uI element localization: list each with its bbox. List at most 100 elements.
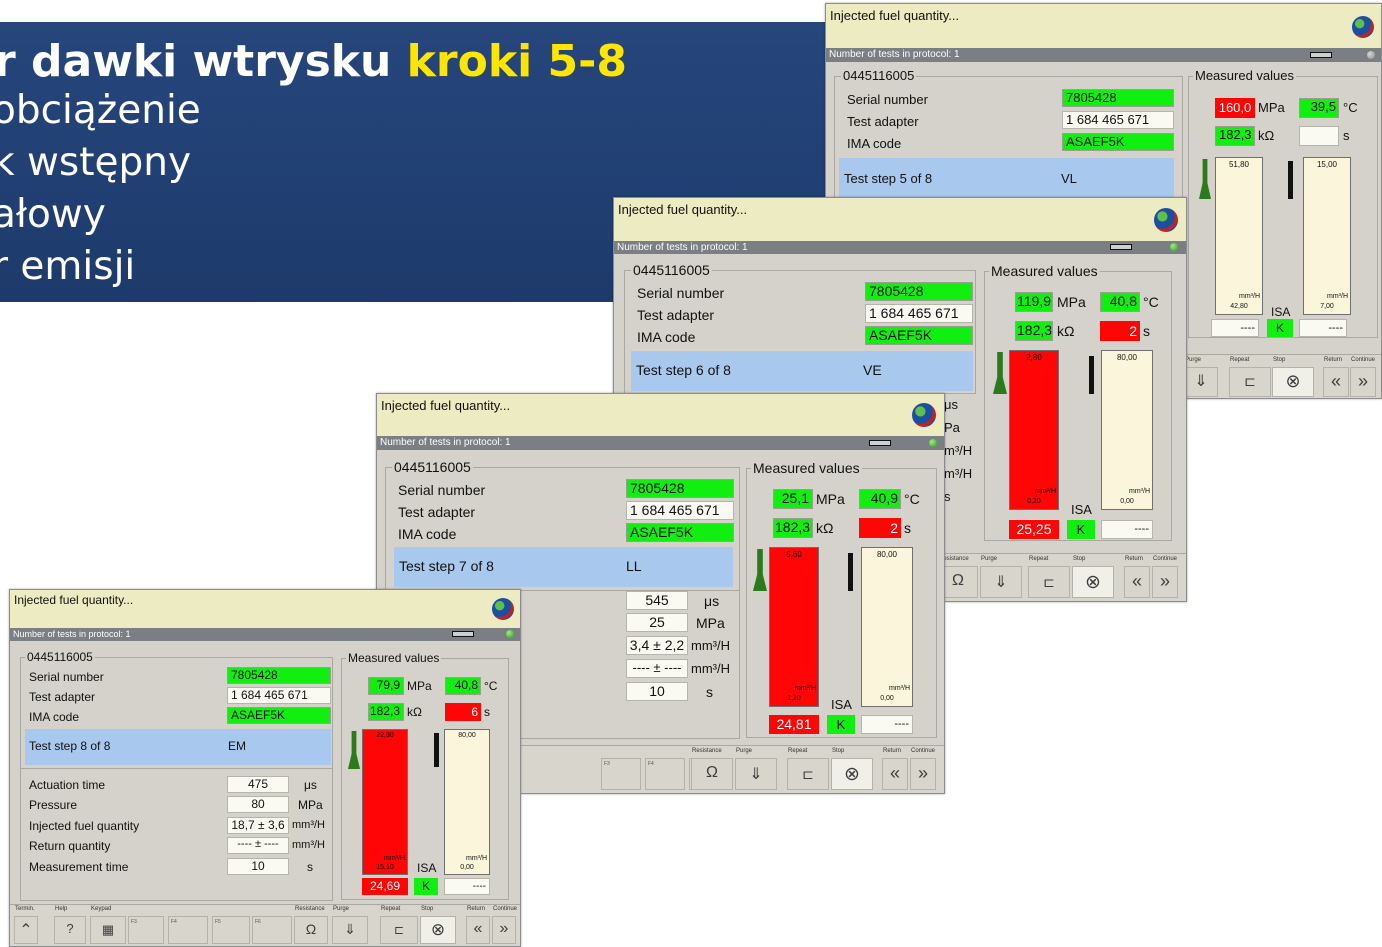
pressure-unit: MPa bbox=[407, 679, 432, 693]
pressure-label: Pressure bbox=[29, 798, 78, 812]
part-number: 0445116005 bbox=[392, 459, 473, 475]
bar-min: 1,20 bbox=[787, 695, 801, 702]
keypad-button[interactable]: Keypad ▦ bbox=[90, 906, 126, 944]
ima-label: IMA code bbox=[398, 526, 457, 542]
adapter-value: 1 684 465 671 bbox=[626, 501, 734, 520]
quantity-bar-fill bbox=[1010, 351, 1058, 509]
resistance-icon: Ω bbox=[706, 764, 718, 781]
repeat-button[interactable]: Repeat ⊏ bbox=[787, 748, 829, 790]
globe-icon bbox=[1154, 208, 1178, 232]
continue-button[interactable]: Continue» bbox=[492, 906, 517, 944]
measurement-time-unit: s bbox=[706, 684, 713, 700]
globe-icon bbox=[492, 598, 514, 620]
f3-button[interactable]: F3 bbox=[128, 916, 164, 944]
return-result: ---- bbox=[1299, 319, 1347, 337]
temp-unit: °C bbox=[904, 491, 920, 507]
resistance-button[interactable]: Resistance Ω bbox=[294, 906, 328, 944]
repeat-icon: ⊏ bbox=[393, 923, 405, 937]
pressure-setpoint: 25 bbox=[626, 613, 688, 632]
resistance-button[interactable]: Resistance Ω bbox=[691, 748, 733, 790]
time-unit: s bbox=[1143, 323, 1150, 339]
status-led-icon bbox=[1170, 243, 1178, 251]
repeat-icon: ⊏ bbox=[1043, 574, 1055, 590]
bar-max: 51,80 bbox=[1228, 160, 1250, 169]
battery-icon bbox=[869, 440, 891, 446]
return-bar: 80,00 mm³/H 0,00 bbox=[1101, 350, 1153, 510]
time-unit: s bbox=[904, 520, 911, 536]
measured-values-label: Measured values bbox=[1193, 68, 1296, 83]
slide-title: r dawki wtrysku kroki 5-8 bbox=[0, 36, 628, 87]
return-button[interactable]: Return « bbox=[1124, 556, 1150, 598]
purge-button[interactable]: Purge ⇓ bbox=[735, 748, 777, 790]
measurement-time-unit: s bbox=[307, 860, 313, 874]
return-icon: « bbox=[1131, 571, 1142, 591]
pressure-setpoint-unit: MPa bbox=[298, 798, 323, 812]
serial-value: 7805428 bbox=[227, 667, 331, 684]
part-number: 0445116005 bbox=[631, 262, 712, 278]
purge-button[interactable]: Purge ⇓ bbox=[980, 556, 1022, 598]
continue-button[interactable]: Continue» bbox=[1350, 357, 1376, 397]
f4-button[interactable]: F4 bbox=[645, 758, 685, 790]
serial-value: 7805428 bbox=[1062, 89, 1174, 107]
help-button[interactable]: Help? bbox=[54, 906, 86, 944]
bar-unit: mm³/H bbox=[795, 685, 816, 692]
f3-button[interactable]: F3 bbox=[601, 758, 641, 790]
return-button[interactable]: Return « bbox=[1323, 357, 1349, 397]
globe-icon bbox=[912, 403, 936, 427]
stop-icon: ⊗ bbox=[430, 920, 446, 939]
injector-icon bbox=[348, 731, 360, 769]
protocol-bar: Number of tests in protocol: 1 bbox=[614, 241, 1186, 254]
stop-button[interactable]: Stop ⊗ bbox=[831, 748, 873, 790]
peek-unit: m³/H bbox=[944, 466, 973, 481]
continue-button[interactable]: Continue» bbox=[910, 748, 936, 790]
return-button[interactable]: Return « bbox=[466, 906, 490, 944]
repeat-button[interactable]: Repeat ⊏ bbox=[380, 906, 418, 944]
ima-value: ASAEF5K bbox=[865, 326, 973, 345]
f6-button[interactable]: F6 bbox=[252, 916, 292, 944]
bar-min: 0,20 bbox=[1027, 498, 1041, 505]
repeat-button[interactable]: Repeat ⊏ bbox=[1229, 357, 1271, 397]
continue-button[interactable]: Continue» bbox=[1152, 556, 1178, 598]
injected-quantity-unit: mm³/H bbox=[691, 638, 730, 653]
purge-button[interactable]: Purge ⇓ bbox=[1184, 357, 1218, 397]
continue-icon: » bbox=[917, 763, 928, 783]
stop-button[interactable]: Stop ⊗ bbox=[1072, 556, 1114, 598]
window-titlebar: Injected fuel quantity... bbox=[377, 394, 944, 436]
f5-button[interactable]: F5 bbox=[212, 916, 250, 944]
pressure-unit: MPa bbox=[1258, 100, 1285, 115]
resistance-unit: kΩ bbox=[1258, 128, 1275, 143]
return-button[interactable]: Return « bbox=[882, 748, 908, 790]
bar-unit: mm³/H bbox=[384, 855, 405, 862]
battery-icon bbox=[1310, 52, 1332, 58]
info-group: 0445116005 Serial number 7805428 Test ad… bbox=[624, 262, 976, 394]
bar-max: 15,00 bbox=[1316, 160, 1338, 169]
stop-button[interactable]: Stop ⊗ bbox=[1272, 357, 1314, 397]
k-indicator: K bbox=[414, 878, 438, 895]
return-result: ---- bbox=[444, 878, 490, 895]
window-body: 0445116005 Serial number 7805428 Test ad… bbox=[10, 641, 520, 946]
stop-button[interactable]: Stop ⊗ bbox=[420, 906, 456, 944]
part-number: 0445116005 bbox=[841, 68, 917, 83]
repeat-button[interactable]: Repeat ⊏ bbox=[1028, 556, 1070, 598]
terminate-button[interactable]: Termin. ⌃ bbox=[14, 906, 38, 944]
pressure-value: 160,0 bbox=[1215, 98, 1255, 118]
bar-min: 0,00 bbox=[880, 695, 894, 702]
measurement-time-value: 10 bbox=[626, 682, 688, 701]
time-unit: s bbox=[484, 705, 490, 719]
slide-bullet: r emisji bbox=[0, 244, 136, 289]
ima-value: ASAEF5K bbox=[227, 707, 331, 724]
serial-label: Serial number bbox=[398, 482, 486, 498]
quantity-bar: 5,60 mm³/H 1,20 bbox=[769, 547, 819, 707]
time-value: 6 bbox=[445, 703, 481, 721]
return-bar: 80,00 mm³/H 0,00 bbox=[861, 547, 913, 707]
actuation-time-value: 545 bbox=[626, 591, 688, 610]
test-step-bar: Test step 5 of 8 VL bbox=[839, 158, 1174, 198]
bar-max: 22,30 bbox=[376, 732, 394, 739]
test-mode: LL bbox=[626, 558, 642, 574]
f4-button[interactable]: F4 bbox=[168, 916, 208, 944]
slide-title-accent: kroki 5-8 bbox=[406, 36, 628, 87]
purge-button[interactable]: Purge ⇓ bbox=[332, 906, 368, 944]
protocol-bar: Number of tests in protocol: 1 bbox=[377, 436, 944, 450]
resistance-unit: kΩ bbox=[1057, 323, 1075, 339]
quantity-result: ---- bbox=[1211, 319, 1259, 337]
